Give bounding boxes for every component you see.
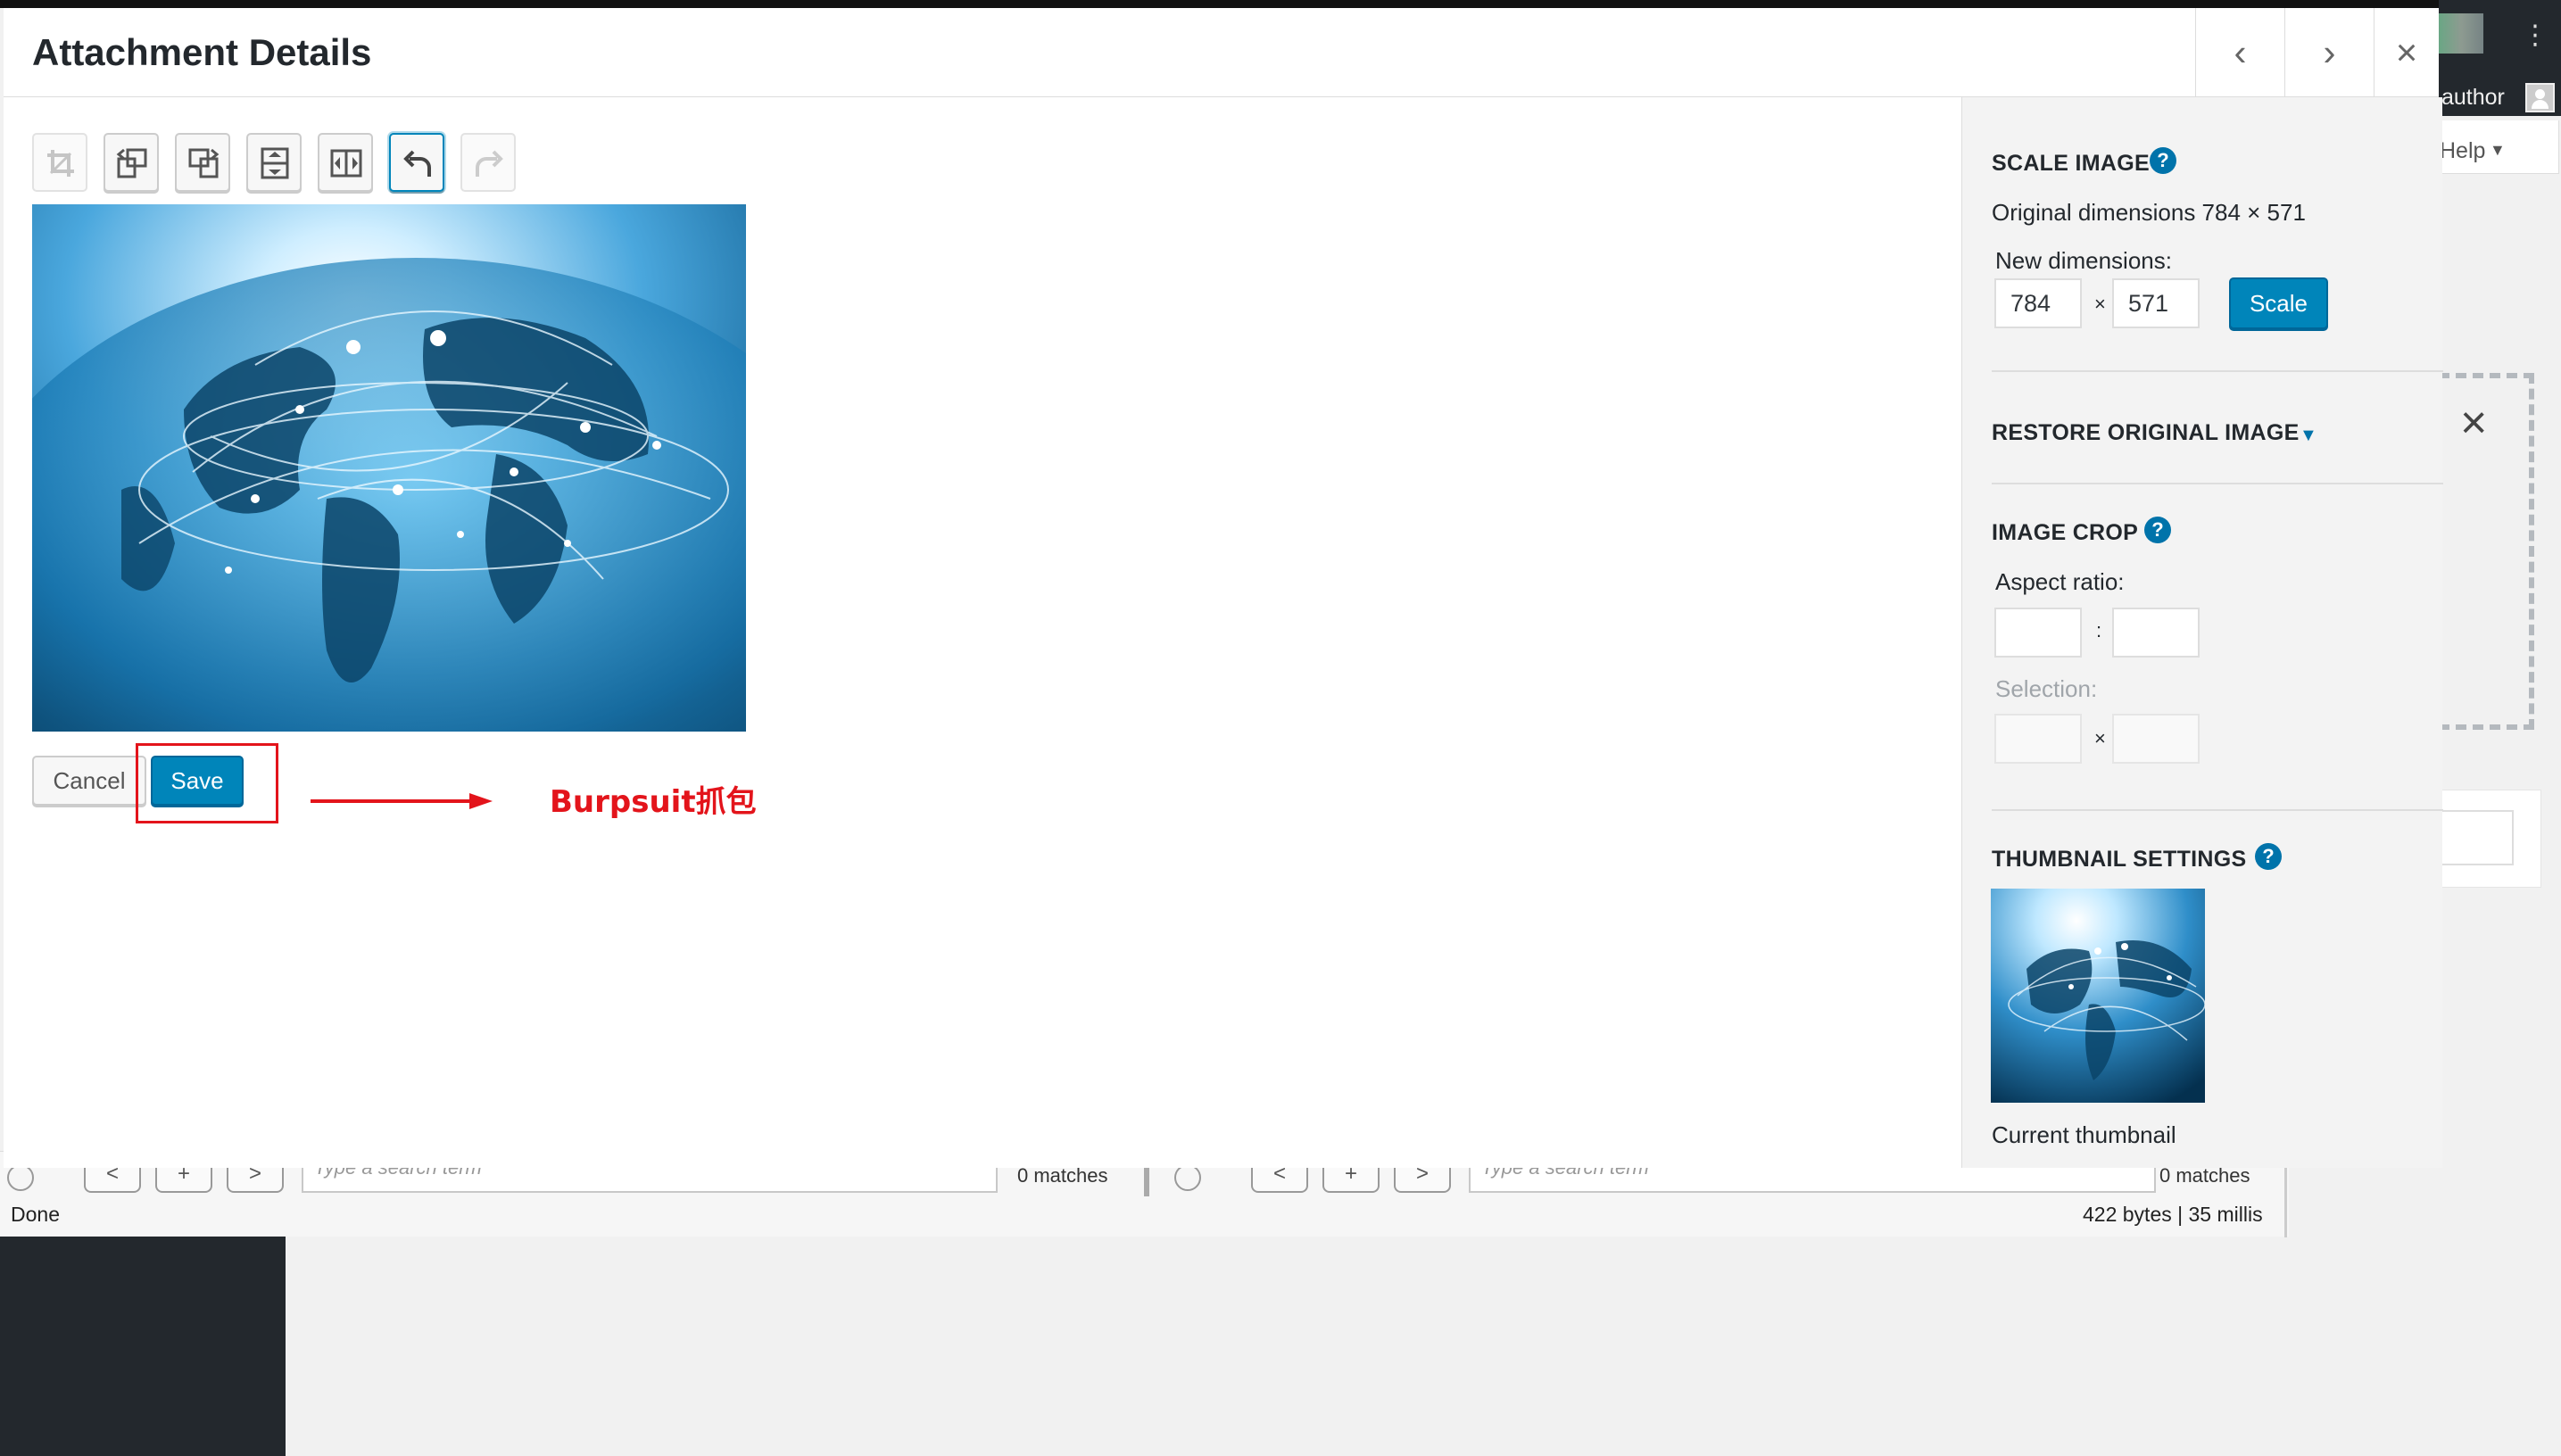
annotation-label: Burpsuit抓包 xyxy=(550,784,757,820)
edit-image-preview[interactable] xyxy=(32,204,746,732)
scale-width-input[interactable] xyxy=(1994,278,2082,328)
flip-vertical-icon xyxy=(261,147,289,179)
colon-separator: : xyxy=(2096,619,2102,641)
crop-help-icon[interactable]: ? xyxy=(2144,517,2171,543)
current-thumbnail-image xyxy=(1991,889,2205,1103)
globe-image xyxy=(32,204,746,732)
close-modal-button[interactable]: × xyxy=(2374,8,2439,97)
thumbnail-help-icon[interactable]: ? xyxy=(2255,843,2282,870)
undo-icon xyxy=(403,150,431,177)
image-crop-heading: IMAGE CROP xyxy=(1992,520,2139,545)
crop-button[interactable] xyxy=(32,133,87,192)
blurred-logo xyxy=(2439,13,2483,54)
more-options-icon[interactable]: ⋮ xyxy=(2522,20,2549,51)
scale-button[interactable]: Scale xyxy=(2229,277,2328,329)
times-separator: × xyxy=(2094,727,2106,749)
aspect-ratio-label: Aspect ratio: xyxy=(1995,568,2125,595)
caret-down-icon[interactable]: ▼ xyxy=(2300,426,2317,446)
rotate-left-icon xyxy=(116,148,147,178)
redo-icon xyxy=(476,150,503,177)
rotate-right-button[interactable] xyxy=(175,133,230,192)
annotation-arrow-icon xyxy=(311,793,493,809)
divider xyxy=(1992,370,2443,372)
page-title: Attachment Details xyxy=(32,31,372,73)
annotation-highlight-box xyxy=(136,743,278,823)
restore-original-image-toggle[interactable]: RESTORE ORIGINAL IMAGE xyxy=(1992,420,2300,446)
info-icon[interactable] xyxy=(1174,1164,1201,1191)
chevron-right-icon: › xyxy=(2323,31,2336,73)
status-text: Done xyxy=(11,1203,60,1226)
flip-vertical-button[interactable] xyxy=(246,133,302,192)
background-input[interactable] xyxy=(2439,810,2514,865)
scale-height-input[interactable] xyxy=(2112,278,2200,328)
selection-height-input xyxy=(2112,714,2200,764)
previous-attachment-button[interactable]: ‹ xyxy=(2195,8,2284,97)
redo-button[interactable] xyxy=(460,133,516,192)
scale-help-icon[interactable]: ? xyxy=(2150,147,2176,174)
help-caret-icon: ▼ xyxy=(2490,141,2506,159)
scale-image-heading: SCALE IMAGE xyxy=(1992,151,2150,176)
thumbnail-settings-heading: THUMBNAIL SETTINGS xyxy=(1992,847,2247,872)
rotate-right-icon xyxy=(188,148,220,178)
avatar[interactable] xyxy=(2525,83,2555,112)
new-dimensions-label: New dimensions: xyxy=(1995,247,2172,274)
current-thumbnail-caption: Current thumbnail xyxy=(1992,1121,2176,1148)
flip-horizontal-icon xyxy=(330,149,362,178)
times-separator: × xyxy=(2094,293,2106,315)
attachment-details-modal: Attachment Details ‹ › × Cancel Save Bur… xyxy=(4,8,2443,1168)
selection-label: Selection: xyxy=(1995,675,2098,702)
admin-bar-username[interactable]: author xyxy=(2441,85,2505,111)
aspect-ratio-height-input[interactable] xyxy=(2112,608,2200,658)
crop-icon xyxy=(47,150,74,177)
help-tab-label[interactable]: Help xyxy=(2440,138,2485,164)
response-stats: 422 bytes | 35 millis xyxy=(2083,1203,2263,1226)
divider xyxy=(1992,483,2443,484)
modal-header: Attachment Details ‹ › × xyxy=(4,8,2439,97)
next-attachment-button[interactable]: › xyxy=(2284,8,2374,97)
flip-horizontal-button[interactable] xyxy=(318,133,373,192)
admin-bar xyxy=(0,0,2561,8)
undo-button[interactable] xyxy=(389,133,444,192)
rotate-left-button[interactable] xyxy=(104,133,159,192)
chevron-left-icon: ‹ xyxy=(2234,31,2247,73)
cancel-button[interactable]: Cancel xyxy=(32,756,146,806)
selection-width-input xyxy=(1994,714,2082,764)
close-icon: × xyxy=(2395,31,2418,73)
info-icon[interactable] xyxy=(7,1164,34,1191)
globe-thumbnail xyxy=(1991,889,2205,1103)
admin-sidebar xyxy=(0,1236,286,1456)
aspect-ratio-width-input[interactable] xyxy=(1994,608,2082,658)
original-dimensions: Original dimensions 784 × 571 xyxy=(1992,199,2306,226)
dismiss-icon[interactable]: × xyxy=(2460,400,2487,446)
divider xyxy=(1992,809,2443,811)
